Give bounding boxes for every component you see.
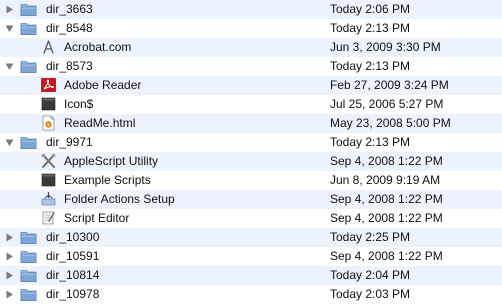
file-name: dir_8573 — [46, 59, 93, 73]
file-name: dir_10591 — [46, 249, 100, 263]
file-name: Icon$ — [64, 97, 94, 111]
folder-icon — [20, 286, 37, 302]
folder-icon — [20, 267, 37, 283]
date-modified: Jun 8, 2009 9:19 AM — [330, 173, 441, 187]
date-modified: Sep 4, 2008 1:22 PM — [330, 211, 443, 225]
date-modified: Today 2:03 PM — [330, 287, 411, 301]
file-name: dir_10300 — [46, 230, 100, 244]
date-modified: Jul 25, 2006 5:27 PM — [330, 97, 444, 111]
file-name: Script Editor — [64, 211, 130, 225]
finder-list-view: dir_3663 Today 2:06 PM dir_8548 Today 2:13 … — [0, 0, 502, 304]
list-row[interactable]: dir_10978 Today 2:03 PM — [0, 285, 502, 304]
file-name: Example Scripts — [64, 173, 151, 187]
html-document-icon — [40, 115, 57, 131]
date-modified: Sep 4, 2008 1:22 PM — [330, 249, 443, 263]
alias-icon — [40, 172, 57, 188]
date-modified: Feb 27, 2009 3:24 PM — [330, 78, 449, 92]
folder-actions-icon — [40, 191, 57, 207]
file-name: dir_8548 — [46, 21, 93, 35]
folder-icon — [20, 20, 37, 36]
disclosure-triangle-collapsed-icon[interactable] — [5, 271, 14, 280]
date-modified: Sep 4, 2008 1:22 PM — [330, 192, 443, 206]
list-row[interactable]: dir_3663 Today 2:06 PM — [0, 0, 502, 19]
file-name: Folder Actions Setup — [64, 192, 175, 206]
file-name: AppleScript Utility — [64, 154, 159, 168]
pdf-app-icon — [40, 77, 57, 93]
date-modified: Today 2:13 PM — [330, 59, 411, 73]
disclosure-triangle-expanded-icon[interactable] — [5, 24, 14, 33]
date-modified: Today 2:13 PM — [330, 135, 411, 149]
disclosure-triangle-expanded-icon[interactable] — [5, 138, 14, 147]
file-name: dir_10978 — [46, 287, 100, 301]
file-name: dir_3663 — [46, 2, 93, 16]
list-row[interactable]: Acrobat.com Jun 3, 2009 3:30 PM — [0, 38, 502, 57]
folder-icon — [20, 229, 37, 245]
disclosure-triangle-collapsed-icon[interactable] — [5, 252, 14, 261]
list-row[interactable]: Example Scripts Jun 8, 2009 9:19 AM — [0, 171, 502, 190]
list-row[interactable]: ReadMe.html May 23, 2008 5:00 PM — [0, 114, 502, 133]
folder-icon — [20, 134, 37, 150]
date-modified: Today 2:04 PM — [330, 268, 411, 282]
disclosure-triangle-collapsed-icon[interactable] — [5, 290, 14, 299]
file-name: ReadMe.html — [64, 116, 136, 130]
tools-icon — [40, 153, 57, 169]
list-row[interactable]: dir_10300 Today 2:25 PM — [0, 228, 502, 247]
file-name: Acrobat.com — [64, 40, 132, 54]
date-modified: Today 2:13 PM — [330, 21, 411, 35]
folder-icon — [20, 248, 37, 264]
folder-icon — [20, 1, 37, 17]
file-name: Adobe Reader — [64, 78, 142, 92]
list-row[interactable]: Icon$ Jul 25, 2006 5:27 PM — [0, 95, 502, 114]
blank-document-icon — [40, 96, 57, 112]
date-modified: Sep 4, 2008 1:22 PM — [330, 154, 443, 168]
list-row[interactable]: Script Editor Sep 4, 2008 1:22 PM — [0, 209, 502, 228]
disclosure-triangle-collapsed-icon[interactable] — [5, 233, 14, 242]
list-row[interactable]: dir_10814 Today 2:04 PM — [0, 266, 502, 285]
list-row[interactable]: dir_9971 Today 2:13 PM — [0, 133, 502, 152]
date-modified: Today 2:25 PM — [330, 230, 411, 244]
list-row[interactable]: dir_8548 Today 2:13 PM — [0, 19, 502, 38]
script-editor-icon — [40, 210, 57, 226]
folder-icon — [20, 58, 37, 74]
date-modified: Today 2:06 PM — [330, 2, 411, 16]
application-icon — [40, 39, 57, 55]
list-row[interactable]: Folder Actions Setup Sep 4, 2008 1:22 PM — [0, 190, 502, 209]
date-modified: May 23, 2008 5:00 PM — [330, 116, 451, 130]
file-name: dir_10814 — [46, 268, 100, 282]
disclosure-triangle-collapsed-icon[interactable] — [5, 5, 14, 14]
list-row[interactable]: AppleScript Utility Sep 4, 2008 1:22 PM — [0, 152, 502, 171]
disclosure-triangle-expanded-icon[interactable] — [5, 62, 14, 71]
list-row[interactable]: dir_10591 Sep 4, 2008 1:22 PM — [0, 247, 502, 266]
date-modified: Jun 3, 2009 3:30 PM — [330, 40, 441, 54]
list-row[interactable]: dir_8573 Today 2:13 PM — [0, 57, 502, 76]
file-name: dir_9971 — [46, 135, 93, 149]
list-row[interactable]: Adobe Reader Feb 27, 2009 3:24 PM — [0, 76, 502, 95]
